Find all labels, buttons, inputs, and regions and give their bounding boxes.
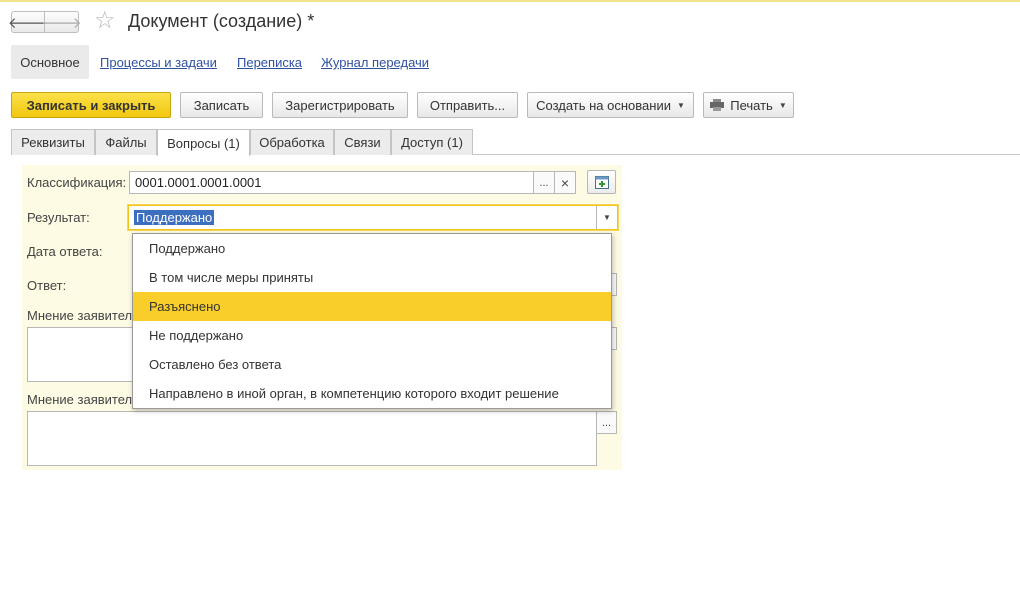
section-link-processes[interactable]: Процессы и задачи: [100, 55, 217, 70]
create-based-on-button[interactable]: Создать на основании ▼: [527, 92, 694, 118]
result-label: Результат:: [27, 210, 90, 225]
tab-files[interactable]: Файлы: [95, 129, 157, 155]
dropdown-option[interactable]: Не поддержано: [133, 321, 611, 350]
caret-down-icon: ▼: [676, 100, 685, 110]
caret-down-icon: ▼: [603, 213, 611, 222]
tab-questions[interactable]: Вопросы (1): [157, 129, 250, 156]
classification-select-button[interactable]: ...: [533, 171, 555, 194]
applicant-opinion-input-2[interactable]: [27, 411, 597, 466]
section-link-correspondence[interactable]: Переписка: [237, 55, 302, 70]
tab-processing[interactable]: Обработка: [250, 129, 334, 155]
result-dropdown-list: Поддержано В том числе меры приняты Разъ…: [132, 233, 612, 409]
result-select[interactable]: Поддержано: [128, 205, 618, 230]
applicant-opinion-label-2: Мнение заявител: [27, 392, 133, 407]
create-based-on-label: Создать на основании: [536, 97, 671, 113]
dropdown-option-highlighted[interactable]: Разъяснено: [133, 292, 611, 321]
caret-down-icon: ▼: [778, 100, 787, 110]
result-selected-value: Поддержано: [134, 210, 215, 225]
classification-clear-button[interactable]: ×: [554, 171, 576, 194]
classification-label: Классификация:: [27, 175, 127, 190]
section-link-transfer-log[interactable]: Журнал передачи: [321, 55, 429, 70]
result-dropdown-arrow[interactable]: ▼: [596, 206, 617, 229]
save-and-close-button[interactable]: Записать и закрыть: [11, 92, 171, 118]
tab-requisites[interactable]: Реквизиты: [11, 129, 95, 155]
answer-date-label: Дата ответа:: [27, 244, 103, 259]
tab-access[interactable]: Доступ (1): [391, 129, 473, 155]
classification-input[interactable]: 0001.0001.0001.0001: [129, 171, 534, 194]
add-green-icon: [594, 176, 609, 189]
favorite-star-icon[interactable]: ☆: [94, 8, 116, 34]
applicant-opinion-label-1: Мнение заявител: [27, 308, 133, 323]
save-button[interactable]: Записать: [180, 92, 263, 118]
answer-label: Ответ:: [27, 278, 67, 293]
applicant-opinion-2-button[interactable]: ...: [596, 411, 617, 434]
printer-icon: [710, 99, 725, 111]
dropdown-option[interactable]: Поддержано: [133, 234, 611, 263]
section-main[interactable]: Основное: [11, 45, 89, 79]
tab-links[interactable]: Связи: [334, 129, 391, 155]
dropdown-option[interactable]: Направлено в иной орган, в компетенцию к…: [133, 379, 611, 408]
print-button[interactable]: Печать ▼: [703, 92, 794, 118]
register-button[interactable]: Зарегистрировать: [272, 92, 408, 118]
back-button[interactable]: 🡐: [8, 11, 48, 33]
top-accent-line: [0, 0, 1020, 2]
dropdown-option[interactable]: Оставлено без ответа: [133, 350, 611, 379]
dropdown-option[interactable]: В том числе меры приняты: [133, 263, 611, 292]
send-button[interactable]: Отправить...: [417, 92, 518, 118]
arrow-right-icon: 🡒: [41, 14, 82, 32]
forward-button[interactable]: 🡒: [41, 11, 82, 33]
add-item-button[interactable]: [587, 170, 616, 194]
page-title: Документ (создание) *: [128, 11, 315, 31]
print-label: Печать: [730, 97, 773, 113]
